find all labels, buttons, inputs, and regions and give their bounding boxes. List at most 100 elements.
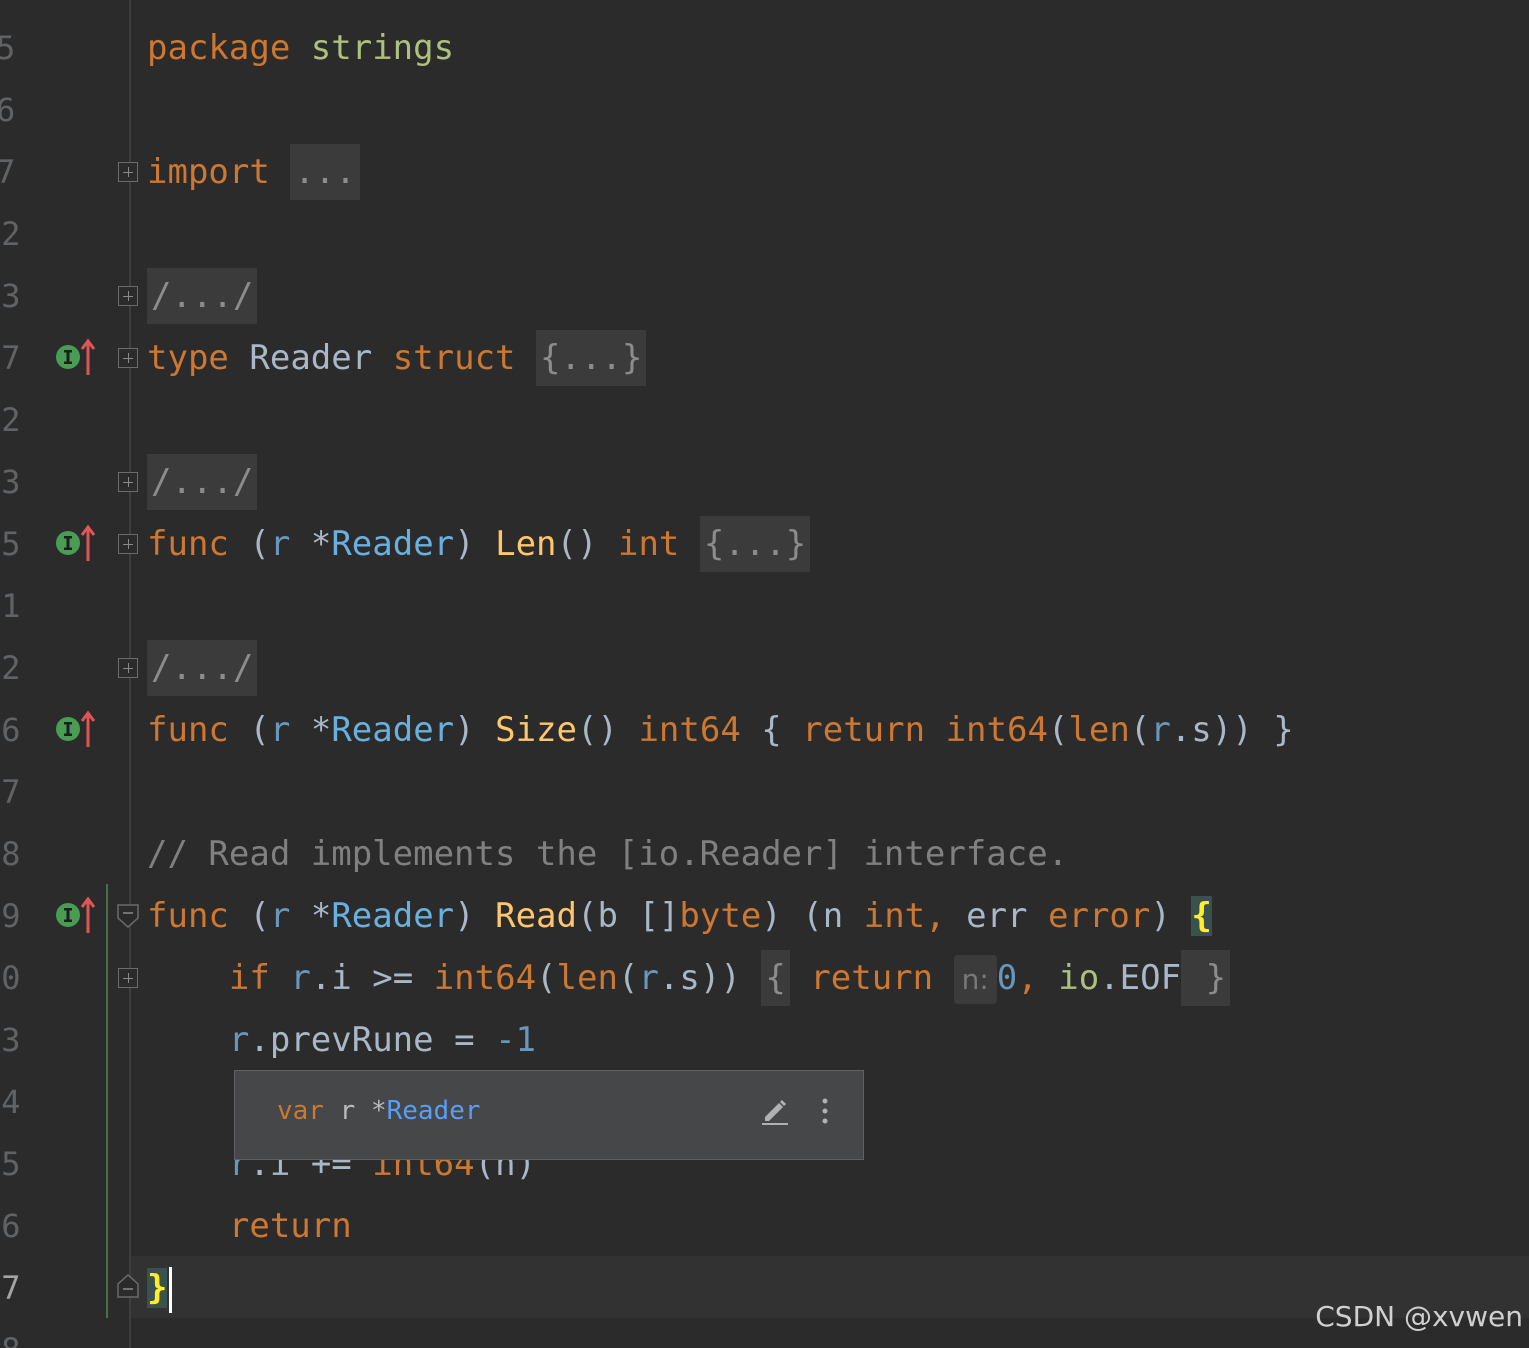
line-number[interactable]: 48 — [0, 1319, 40, 1348]
fold-expand-icon[interactable] — [118, 348, 138, 368]
keyword: func — [147, 896, 229, 936]
line-number[interactable]: 46 — [0, 1195, 40, 1257]
punctuation: )) — [699, 958, 741, 998]
line-number[interactable]: 31 — [0, 575, 40, 637]
implements-method-icon[interactable] — [54, 709, 98, 749]
builtin-call: int64 — [433, 958, 537, 998]
fold-expand-icon[interactable] — [118, 534, 138, 554]
type-ref: Reader — [331, 896, 455, 936]
result-param: err — [966, 896, 1028, 936]
code-line-32[interactable]: /.../ — [147, 637, 258, 699]
punctuation: , — [925, 896, 946, 936]
punctuation: ( — [1129, 710, 1151, 750]
punctuation: () — [556, 524, 598, 564]
code-line-7[interactable]: import ... — [147, 141, 360, 203]
operator: = — [454, 1020, 475, 1060]
number-literal: -1 — [495, 1020, 537, 1060]
keyword: return — [810, 958, 934, 998]
code-line-5[interactable]: package strings — [147, 17, 454, 79]
folded-region[interactable]: {...} — [699, 516, 811, 572]
code-line-43[interactable]: r.prevRune = -1 — [147, 1009, 536, 1071]
keyword: struct — [392, 338, 516, 378]
fold-collapse-icon[interactable] — [117, 904, 139, 928]
folded-comment[interactable]: /.../ — [147, 268, 258, 324]
fold-expand-icon[interactable] — [118, 162, 138, 182]
punctuation: [] — [638, 896, 680, 936]
fold-expand-icon[interactable] — [118, 472, 138, 492]
field-access: .i — [310, 958, 352, 998]
implements-method-icon[interactable] — [54, 523, 98, 563]
line-number[interactable]: 13 — [0, 265, 40, 327]
code-line-23[interactable]: /.../ — [147, 451, 258, 513]
receiver: r — [269, 710, 291, 750]
punctuation: * — [310, 896, 332, 936]
line-number[interactable]: 36 — [0, 699, 40, 761]
quick-doc-popup[interactable]: var r *Reader — [234, 1070, 864, 1160]
code-line-47[interactable]: } — [147, 1257, 173, 1319]
line-number[interactable]: 5 — [0, 17, 40, 79]
implements-method-icon[interactable] — [54, 895, 98, 935]
punctuation: ( — [802, 896, 823, 936]
function-name: Size — [495, 710, 577, 750]
code-editor[interactable]: 5 6 7 12 13 17 22 23 25 31 32 36 37 38 3… — [0, 0, 1529, 1348]
folded-comment[interactable]: /.../ — [147, 640, 258, 696]
receiver: r — [1150, 710, 1171, 750]
line-number[interactable]: 40 — [0, 947, 40, 1009]
number-literal: 0 — [996, 958, 1018, 998]
line-number[interactable]: 32 — [0, 637, 40, 699]
folded-region[interactable]: ... — [290, 144, 360, 200]
popup-type-link[interactable]: Reader — [387, 1096, 481, 1126]
code-line-25[interactable]: func (r *Reader) Len() int {...} — [147, 513, 811, 575]
code-line-38[interactable]: // Read implements the [io.Reader] inter… — [147, 823, 1068, 885]
code-line-17[interactable]: type Reader struct {...} — [147, 327, 647, 389]
fold-expand-icon[interactable] — [118, 658, 138, 678]
text-caret — [169, 1266, 173, 1313]
line-number[interactable]: 39 — [0, 885, 40, 947]
popup-var-name: r — [339, 1096, 356, 1126]
punctuation: ) — [761, 896, 782, 936]
folded-comment[interactable]: /.../ — [147, 454, 258, 510]
line-number[interactable]: 22 — [0, 389, 40, 451]
line-number[interactable]: 45 — [0, 1133, 40, 1195]
line-number[interactable]: 17 — [0, 327, 40, 389]
line-number[interactable]: 12 — [0, 203, 40, 265]
type-ref: Reader — [331, 524, 455, 564]
return-type: int — [617, 524, 680, 564]
code-line-13[interactable]: /.../ — [147, 265, 258, 327]
keyword: if — [228, 958, 270, 998]
receiver: r — [269, 524, 291, 564]
line-number[interactable]: 7 — [0, 141, 40, 203]
code-line-46[interactable]: return — [147, 1195, 352, 1257]
code-line-40[interactable]: if r.i >= int64(len(r.s)) { return n: 0, … — [147, 947, 1231, 1009]
more-vertical-icon[interactable] — [817, 1095, 833, 1127]
keyword: type — [147, 338, 229, 378]
code-line-36[interactable]: func (r *Reader) Size() int64 { return i… — [147, 699, 1294, 761]
line-number-current[interactable]: 47 — [0, 1257, 40, 1319]
line-number[interactable]: 38 — [0, 823, 40, 885]
folded-region-end[interactable]: } — [1181, 950, 1231, 1006]
line-number[interactable]: 44 — [0, 1071, 40, 1133]
folded-region-start[interactable]: { — [761, 950, 790, 1006]
fold-expand-icon[interactable] — [118, 968, 138, 988]
line-number[interactable]: 37 — [0, 761, 40, 823]
punctuation: ( — [249, 896, 270, 936]
punctuation: ( — [249, 710, 270, 750]
implements-method-icon[interactable] — [54, 337, 98, 377]
package-name: strings — [310, 28, 455, 68]
fold-end-icon[interactable] — [117, 1274, 139, 1298]
builtin-type: int — [863, 896, 926, 936]
receiver: r — [290, 958, 311, 998]
punctuation: ) — [1150, 896, 1171, 936]
code-line-39[interactable]: func (r *Reader) Read(b []byte) (n int, … — [147, 885, 1212, 947]
punctuation: * — [310, 524, 332, 564]
line-number[interactable]: 6 — [0, 79, 40, 141]
line-number[interactable]: 43 — [0, 1009, 40, 1071]
field-access: .prevRune — [249, 1020, 434, 1060]
line-number[interactable]: 23 — [0, 451, 40, 513]
folded-region[interactable]: {...} — [536, 330, 647, 386]
pencil-icon[interactable] — [759, 1095, 791, 1127]
fold-expand-icon[interactable] — [118, 286, 138, 306]
builtin-call: len — [556, 958, 618, 998]
line-number[interactable]: 25 — [0, 513, 40, 575]
punctuation: ( — [249, 524, 270, 564]
